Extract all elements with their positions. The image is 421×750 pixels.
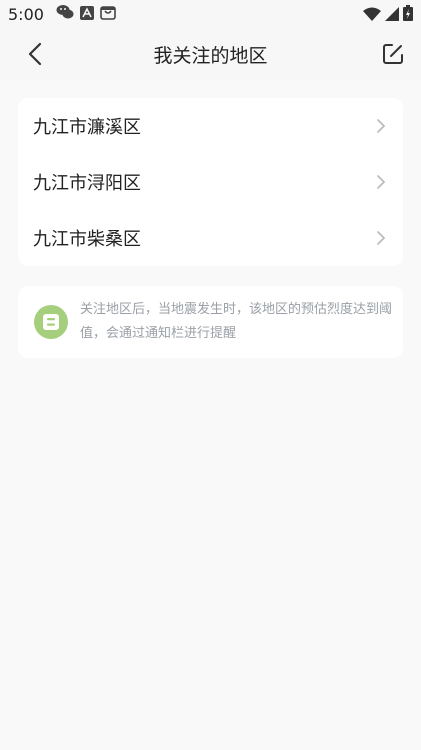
header: 我关注的地区 bbox=[0, 28, 421, 80]
status-left-icons bbox=[56, 4, 116, 24]
region-label: 九江市浔阳区 bbox=[33, 173, 141, 194]
edit-button[interactable] bbox=[379, 40, 407, 68]
notice-icon bbox=[34, 305, 68, 339]
notice-card: 关注地区后，当地震发生时，该地区的预估烈度达到阈值，会通过通知栏进行提醒 bbox=[18, 286, 403, 358]
status-bar: 5:00 bbox=[0, 0, 421, 28]
chevron-right-icon bbox=[377, 119, 385, 133]
chevron-right-icon bbox=[377, 175, 385, 189]
accessibility-icon bbox=[79, 5, 94, 24]
battery-icon bbox=[403, 5, 413, 25]
page-title: 我关注的地区 bbox=[153, 45, 268, 67]
region-label: 九江市柴桑区 bbox=[33, 229, 141, 250]
edit-icon bbox=[383, 44, 403, 64]
signal-icon bbox=[385, 6, 399, 25]
notice-text: 关注地区后，当地震发生时，该地区的预估烈度达到阈值，会通过通知栏进行提醒 bbox=[80, 302, 393, 341]
status-right-icons bbox=[363, 5, 413, 25]
region-item-lianxi[interactable]: 九江市濂溪区 bbox=[18, 98, 403, 154]
wifi-icon bbox=[363, 6, 381, 25]
content-area: 九江市濂溪区 九江市浔阳区 九江市柴桑区 关注地区后，当地震发生时，该地区的预估… bbox=[0, 80, 421, 750]
region-item-xunyang[interactable]: 九江市浔阳区 bbox=[18, 154, 403, 210]
chevron-right-icon bbox=[377, 231, 385, 245]
region-item-chaisang[interactable]: 九江市柴桑区 bbox=[18, 210, 403, 266]
region-label: 九江市濂溪区 bbox=[33, 117, 141, 138]
status-time: 5:00 bbox=[8, 4, 44, 24]
wechat-icon bbox=[56, 4, 74, 24]
shopping-bag-icon bbox=[100, 4, 116, 24]
region-list: 九江市濂溪区 九江市浔阳区 九江市柴桑区 bbox=[18, 98, 403, 266]
